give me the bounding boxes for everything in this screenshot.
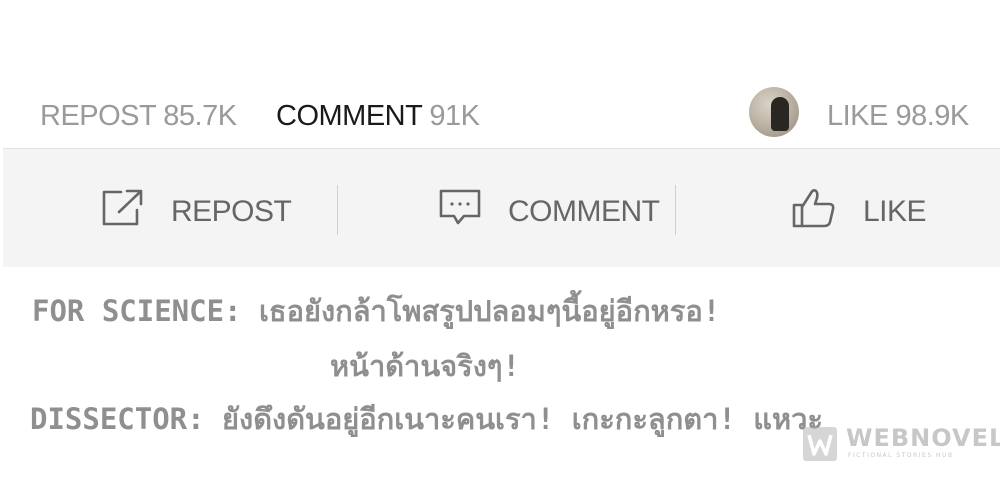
comment-button[interactable]: COMMENT bbox=[438, 187, 660, 237]
repost-icon bbox=[99, 188, 171, 236]
comment-stat-tab[interactable]: COMMENT 91K bbox=[276, 100, 480, 133]
action-bar: REPOST COMMENT LIKE bbox=[3, 148, 1000, 267]
repost-stat-tab[interactable]: REPOST 85.7K bbox=[40, 100, 237, 133]
avatar[interactable] bbox=[749, 87, 799, 137]
comment-button-label: COMMENT bbox=[508, 195, 660, 228]
webnovel-watermark: WEBNOVEL FICTIONAL STORIES HUB bbox=[802, 422, 1000, 466]
repost-button-label: REPOST bbox=[171, 195, 292, 228]
caption-line-for-science: FOR SCIENCE: เธอยังกล้าโพสรูปปลอมๆนี้อยู… bbox=[32, 294, 721, 328]
repost-count: 85.7K bbox=[163, 100, 237, 132]
action-divider bbox=[675, 185, 676, 235]
repost-button[interactable]: REPOST bbox=[99, 187, 292, 237]
like-button[interactable]: LIKE bbox=[791, 187, 927, 237]
like-count: 98.9K bbox=[895, 100, 969, 132]
watermark-tagline: FICTIONAL STORIES HUB bbox=[848, 452, 954, 459]
repost-stat-label: REPOST bbox=[40, 100, 156, 132]
webnovel-logo-icon bbox=[803, 427, 837, 461]
like-button-label: LIKE bbox=[863, 195, 927, 228]
avatar-figure bbox=[771, 97, 789, 131]
watermark-name: WEBNOVEL bbox=[846, 424, 1000, 452]
caption-line-continuation: หน้าด้านจริงๆ! bbox=[330, 349, 520, 383]
comment-stat-label: COMMENT bbox=[276, 100, 422, 132]
action-divider bbox=[337, 185, 338, 235]
comment-count: 91K bbox=[429, 100, 480, 132]
like-stat-tab[interactable]: LIKE 98.9K bbox=[827, 100, 969, 133]
like-stat-label: LIKE bbox=[827, 100, 888, 132]
comment-icon bbox=[438, 188, 508, 236]
thumbs-up-icon bbox=[791, 187, 863, 237]
stats-row: REPOST 85.7K COMMENT 91K LIKE 98.9K bbox=[0, 86, 1000, 146]
